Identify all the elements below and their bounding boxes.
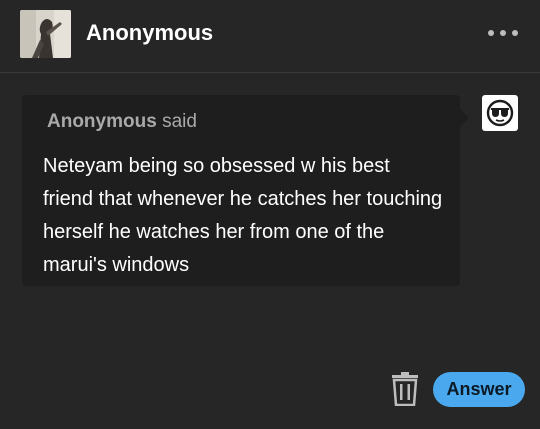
ask-bubble: Anonymous said Neteyam being so obsessed…: [22, 95, 460, 286]
ask-text: Neteyam being so obsessed w his best fri…: [43, 155, 443, 276]
trash-icon[interactable]: [391, 372, 419, 407]
avatar-photo-icon: [20, 10, 71, 58]
blog-name[interactable]: Anonymous: [86, 20, 213, 46]
dot: [512, 30, 518, 36]
answer-button[interactable]: Answer: [433, 372, 525, 407]
said-label: said: [162, 111, 197, 132]
dot: [500, 30, 506, 36]
more-options-icon[interactable]: [488, 26, 518, 40]
asker-name: Anonymous: [47, 111, 157, 132]
avatar[interactable]: [20, 10, 71, 58]
anonymous-sunglasses-icon: [482, 95, 518, 131]
dot: [488, 30, 494, 36]
post-header: Anonymous: [0, 0, 540, 73]
asker-line: Anonymous said: [47, 111, 197, 133]
bubble-tail: [459, 108, 469, 128]
